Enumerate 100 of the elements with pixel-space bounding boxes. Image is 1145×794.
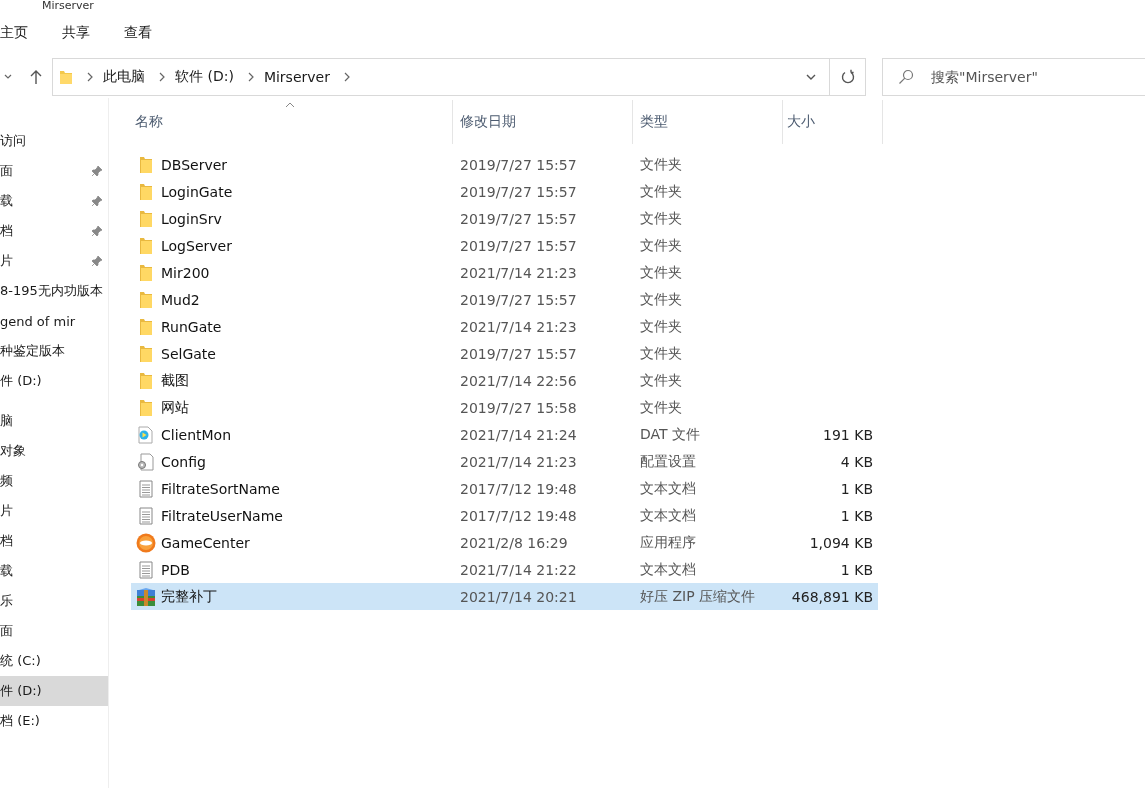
breadcrumb[interactable]: 软件 (D:) xyxy=(175,68,234,86)
file-type: 文件夹 xyxy=(639,236,683,255)
sidebar-item[interactable]: 档 xyxy=(0,216,108,246)
up-arrow-icon[interactable] xyxy=(29,69,43,85)
date-modified: 2021/7/14 20:21 xyxy=(459,588,578,605)
breadcrumb[interactable]: Mirserver xyxy=(263,69,330,85)
ribbon-tab[interactable]: 查看 xyxy=(124,24,167,42)
file-name: LoginGate xyxy=(161,183,233,200)
file-type: 好压 ZIP 压缩文件 xyxy=(639,587,757,606)
sort-caret-icon xyxy=(285,102,295,108)
column-header[interactable]: 修改日期 xyxy=(453,100,633,144)
file-type: 文件夹 xyxy=(639,263,683,282)
file-name: LogServer xyxy=(161,237,232,254)
file-row[interactable]: LoginSrv 2019/7/27 15:57 文件夹 xyxy=(131,205,878,232)
date-modified: 2021/7/14 21:23 xyxy=(459,264,578,281)
date-modified: 2019/7/27 15:57 xyxy=(459,210,578,227)
date-modified: 2021/2/8 16:29 xyxy=(459,534,569,551)
file-row[interactable]: FiltrateUserName 2017/7/12 19:48 文本文档 1 KB xyxy=(131,502,878,529)
sidebar-item[interactable]: 载 xyxy=(0,186,108,216)
sidebar-item[interactable]: 件 (D:) xyxy=(0,366,108,396)
sidebar-item[interactable]: 面 xyxy=(0,156,108,186)
file-row[interactable]: 完整补丁 2021/7/14 20:21 好压 ZIP 压缩文件 468,891 KB xyxy=(131,583,878,610)
refresh-button[interactable] xyxy=(830,58,866,96)
column-header[interactable]: 大小 xyxy=(783,100,883,144)
sidebar-item[interactable]: 档 (E:) xyxy=(0,706,108,736)
date-modified: 2019/7/27 15:57 xyxy=(459,237,578,254)
window-title: Mirserver xyxy=(42,0,94,12)
file-size: 468,891 KB xyxy=(791,588,873,605)
date-modified: 2019/7/27 15:58 xyxy=(459,399,578,416)
sidebar-item[interactable]: 档 xyxy=(0,526,108,556)
file-row[interactable]: RunGate 2021/7/14 21:23 文件夹 xyxy=(131,313,878,340)
date-modified: 2021/7/14 21:23 xyxy=(459,453,578,470)
file-name: GameCenter xyxy=(161,534,250,551)
sidebar-item[interactable]: 片 xyxy=(0,246,108,276)
date-modified: 2017/7/12 19:48 xyxy=(459,480,578,497)
folder-icon xyxy=(59,68,73,86)
file-row[interactable]: SelGate 2019/7/27 15:57 文件夹 xyxy=(131,340,878,367)
search-field[interactable]: 搜索"Mirserver" xyxy=(882,58,1145,96)
file-type: 文件夹 xyxy=(639,398,683,417)
sidebar-item[interactable]: gend of mir xyxy=(0,306,108,336)
sidebar-item[interactable]: 种鉴定版本 xyxy=(0,336,108,366)
breadcrumb[interactable]: 此电脑 xyxy=(103,68,145,86)
file-size: 1 KB xyxy=(840,480,873,497)
sidebar-item[interactable]: 载 xyxy=(0,556,108,586)
file-row[interactable]: LogServer 2019/7/27 15:57 文件夹 xyxy=(131,232,878,259)
date-modified: 2019/7/27 15:57 xyxy=(459,183,578,200)
file-name: 完整补丁 xyxy=(161,587,217,606)
sidebar-item[interactable]: 面 xyxy=(0,616,108,646)
file-row[interactable]: GameCenter 2021/2/8 16:29 应用程序 1,094 KB xyxy=(131,529,878,556)
date-modified: 2019/7/27 15:57 xyxy=(459,345,578,362)
file-row[interactable]: ClientMon 2021/7/14 21:24 DAT 文件 191 KB xyxy=(131,421,878,448)
file-row[interactable]: PDB 2021/7/14 21:22 文本文档 1 KB xyxy=(131,556,878,583)
ribbon-tab[interactable]: 主页 xyxy=(0,24,43,42)
sidebar-item[interactable]: 件 (D:) xyxy=(0,676,108,706)
file-type: 文件夹 xyxy=(639,371,683,390)
file-type: 文本文档 xyxy=(639,479,697,498)
sidebar-item[interactable]: 访问 xyxy=(0,126,108,156)
file-row[interactable]: Config 2021/7/14 21:23 配置设置 4 KB xyxy=(131,448,878,475)
file-type: 配置设置 xyxy=(639,452,697,471)
sidebar-item[interactable]: 统 (C:) xyxy=(0,646,108,676)
file-row[interactable]: Mud2 2019/7/27 15:57 文件夹 xyxy=(131,286,878,313)
column-header[interactable]: 名称 xyxy=(131,100,453,144)
file-name: Mud2 xyxy=(161,291,200,308)
file-type: 文件夹 xyxy=(639,209,683,228)
file-name: PDB xyxy=(161,561,190,578)
file-row[interactable]: LoginGate 2019/7/27 15:57 文件夹 xyxy=(131,178,878,205)
file-type: 文件夹 xyxy=(639,317,683,336)
address-bar[interactable]: 此电脑 软件 (D:) Mirserver xyxy=(52,58,830,96)
date-modified: 2019/7/27 15:57 xyxy=(459,156,578,173)
settings-file-icon xyxy=(135,452,157,471)
file-name: RunGate xyxy=(161,318,222,335)
date-modified: 2021/7/14 21:23 xyxy=(459,318,578,335)
file-name: 截图 xyxy=(161,371,189,390)
file-size: 1 KB xyxy=(840,507,873,524)
file-name: 网站 xyxy=(161,398,189,417)
refresh-icon xyxy=(839,69,856,85)
file-row[interactable]: DBServer 2019/7/27 15:57 文件夹 xyxy=(131,151,878,178)
date-modified: 2019/7/27 15:57 xyxy=(459,291,578,308)
file-name: SelGate xyxy=(161,345,216,362)
file-row[interactable]: 截图 2021/7/14 22:56 文件夹 xyxy=(131,367,878,394)
file-type: 文本文档 xyxy=(639,506,697,525)
app-icon xyxy=(135,532,157,553)
sidebar-item[interactable]: 片 xyxy=(0,496,108,526)
file-type: 文本文档 xyxy=(639,560,697,579)
file-size: 1 KB xyxy=(840,561,873,578)
file-row[interactable]: FiltrateSortName 2017/7/12 19:48 文本文档 1 KB xyxy=(131,475,878,502)
sidebar-item[interactable]: 对象 xyxy=(0,436,108,466)
file-row[interactable]: 网站 2019/7/27 15:58 文件夹 xyxy=(131,394,878,421)
sidebar-item[interactable]: 脑 xyxy=(0,406,108,436)
date-modified: 2021/7/14 21:22 xyxy=(459,561,578,578)
sidebar-item[interactable]: 乐 xyxy=(0,586,108,616)
column-header[interactable]: 类型 xyxy=(633,100,783,144)
sidebar-item[interactable]: 8-195无内功版本 xyxy=(0,276,108,306)
file-type: 文件夹 xyxy=(639,155,683,174)
ribbon-tab[interactable]: 共享 xyxy=(62,24,105,42)
file-row[interactable]: Mir200 2021/7/14 21:23 文件夹 xyxy=(131,259,878,286)
file-name: DBServer xyxy=(161,156,228,173)
file-type: 文件夹 xyxy=(639,182,683,201)
sidebar-item[interactable]: 频 xyxy=(0,466,108,496)
file-name: LoginSrv xyxy=(161,210,222,227)
